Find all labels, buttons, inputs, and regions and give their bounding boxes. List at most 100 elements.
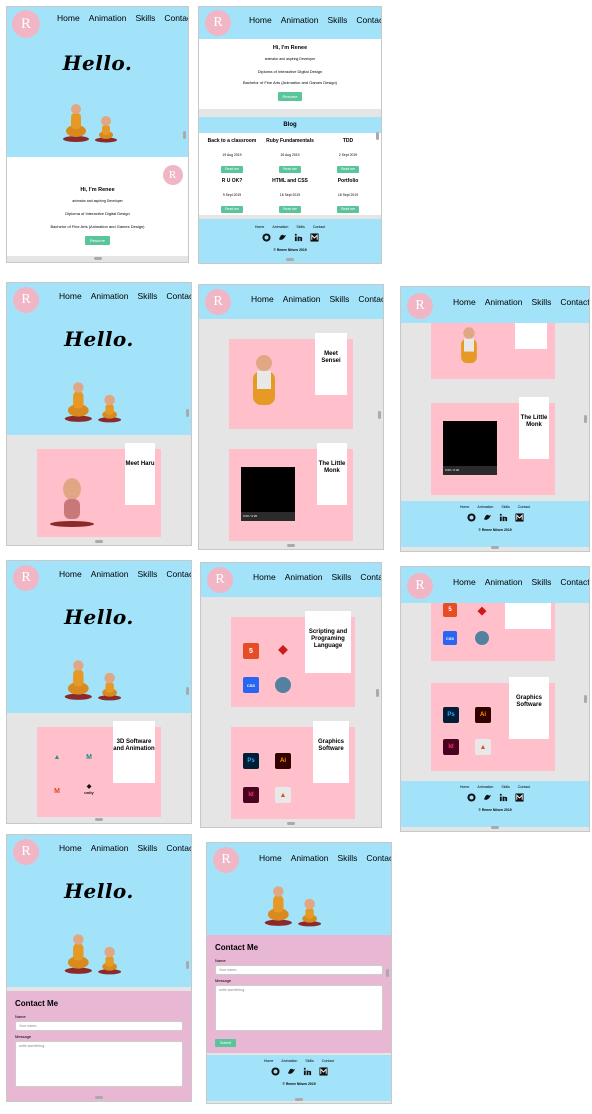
footer-link-home[interactable]: Home <box>264 1059 274 1063</box>
footer-link-animation[interactable]: Animation <box>477 505 493 509</box>
read-me-button[interactable]: Read me <box>337 165 359 173</box>
h-scrollbar[interactable] <box>95 1096 103 1099</box>
h-scrollbar[interactable] <box>491 546 499 549</box>
nav-animation[interactable]: Animation <box>485 577 523 587</box>
nav-home[interactable]: Home <box>259 853 282 863</box>
nav-animation[interactable]: Animation <box>91 843 129 853</box>
h-scrollbar[interactable] <box>95 818 103 821</box>
h-scrollbar[interactable] <box>287 544 295 547</box>
nav-home[interactable]: Home <box>59 843 82 853</box>
read-me-button[interactable]: Read me <box>279 165 301 173</box>
nav-contact[interactable]: Contact <box>366 853 391 863</box>
scrollbar[interactable] <box>186 961 189 969</box>
nav-animation[interactable]: Animation <box>291 853 329 863</box>
linkedin-icon[interactable] <box>303 1067 312 1076</box>
message-input[interactable]: write something.. <box>15 1041 183 1087</box>
nav-home[interactable]: Home <box>453 577 476 587</box>
little-monk-video[interactable]: 0:00 / 0:20 <box>241 467 295 521</box>
h-scrollbar[interactable] <box>287 822 295 825</box>
resume-button[interactable]: Resume <box>85 236 110 245</box>
site-logo[interactable]: R <box>205 289 231 315</box>
nav-contact[interactable]: Contact <box>356 15 381 25</box>
site-logo[interactable]: R <box>13 839 39 865</box>
nav-home[interactable]: Home <box>253 572 276 582</box>
nav-skills[interactable]: Skills <box>138 291 158 301</box>
h-scrollbar[interactable] <box>95 540 103 543</box>
nav-home[interactable]: Home <box>59 569 82 579</box>
nav-contact[interactable]: Contact <box>560 297 589 307</box>
scrollbar[interactable] <box>378 411 381 419</box>
scrollbar[interactable] <box>584 415 587 423</box>
twitter-icon[interactable] <box>278 233 287 242</box>
linkedin-icon[interactable] <box>499 513 508 522</box>
footer-link-contact[interactable]: Contact <box>518 505 530 509</box>
little-monk-video[interactable]: 0:00 / 0:20 <box>443 421 497 475</box>
footer-link-skills[interactable]: Skills <box>501 505 509 509</box>
twitter-icon[interactable] <box>483 513 492 522</box>
video-controls[interactable]: 0:00 / 0:20 <box>241 512 295 521</box>
nav-animation[interactable]: Animation <box>485 297 523 307</box>
nav-skills[interactable]: Skills <box>138 843 158 853</box>
site-logo[interactable]: R <box>12 10 40 38</box>
medium-icon[interactable] <box>514 793 524 802</box>
site-logo[interactable]: R <box>13 287 39 313</box>
medium-icon[interactable] <box>514 513 524 522</box>
footer-link-skills[interactable]: Skills <box>296 225 304 229</box>
nav-skills[interactable]: Skills <box>138 569 158 579</box>
name-input[interactable]: Your name.. <box>215 965 383 975</box>
read-me-button[interactable]: Read me <box>221 165 243 173</box>
nav-contact[interactable]: Contact <box>166 843 191 853</box>
footer-link-animation[interactable]: Animation <box>477 785 493 789</box>
nav-contact[interactable]: Contact <box>166 291 191 301</box>
nav-skills[interactable]: Skills <box>532 577 552 587</box>
read-me-button[interactable]: Read me <box>221 205 243 213</box>
footer-link-home[interactable]: Home <box>460 505 470 509</box>
nav-contact[interactable]: Contact <box>164 13 188 23</box>
h-scrollbar[interactable] <box>491 826 499 829</box>
footer-link-home[interactable]: Home <box>460 785 470 789</box>
nav-skills[interactable]: Skills <box>532 297 552 307</box>
h-scrollbar[interactable] <box>286 258 294 261</box>
nav-animation[interactable]: Animation <box>91 291 129 301</box>
name-input[interactable]: Your name.. <box>15 1021 183 1031</box>
h-scrollbar[interactable] <box>295 1098 303 1101</box>
nav-contact[interactable]: Contact <box>360 572 381 582</box>
footer-link-contact[interactable]: Contact <box>322 1059 334 1063</box>
scrollbar[interactable] <box>584 695 587 703</box>
nav-home[interactable]: Home <box>59 291 82 301</box>
linkedin-icon[interactable] <box>294 233 303 242</box>
scrollbar[interactable] <box>186 687 189 695</box>
footer-link-home[interactable]: Home <box>255 225 265 229</box>
nav-home[interactable]: Home <box>453 297 476 307</box>
nav-home[interactable]: Home <box>249 15 272 25</box>
nav-skills[interactable]: Skills <box>330 294 350 304</box>
github-icon[interactable] <box>466 513 476 522</box>
scrollbar[interactable] <box>183 131 186 139</box>
nav-contact[interactable]: Contact <box>358 294 383 304</box>
footer-link-contact[interactable]: Contact <box>518 785 530 789</box>
read-me-button[interactable]: Read me <box>279 205 301 213</box>
site-logo[interactable]: R <box>205 10 231 36</box>
submit-button[interactable]: Submit <box>215 1039 237 1047</box>
message-input[interactable]: write something.. <box>215 985 383 1031</box>
site-logo[interactable]: R <box>207 567 233 593</box>
site-logo[interactable]: R <box>213 847 239 873</box>
medium-icon[interactable] <box>309 233 319 242</box>
nav-animation[interactable]: Animation <box>89 13 127 23</box>
nav-skills[interactable]: Skills <box>332 572 352 582</box>
twitter-icon[interactable] <box>287 1067 296 1076</box>
scrollbar[interactable] <box>186 409 189 417</box>
footer-link-skills[interactable]: Skills <box>501 785 509 789</box>
site-logo[interactable]: R <box>407 293 433 319</box>
scrollbar[interactable] <box>376 132 379 140</box>
nav-animation[interactable]: Animation <box>285 572 323 582</box>
nav-animation[interactable]: Animation <box>281 15 319 25</box>
footer-link-skills[interactable]: Skills <box>305 1059 313 1063</box>
nav-home[interactable]: Home <box>251 294 274 304</box>
nav-contact[interactable]: Contact <box>560 577 589 587</box>
medium-icon[interactable] <box>318 1067 328 1076</box>
github-icon[interactable] <box>270 1067 280 1076</box>
nav-contact[interactable]: Contact <box>166 569 191 579</box>
nav-animation[interactable]: Animation <box>91 569 129 579</box>
footer-link-animation[interactable]: Animation <box>272 225 288 229</box>
